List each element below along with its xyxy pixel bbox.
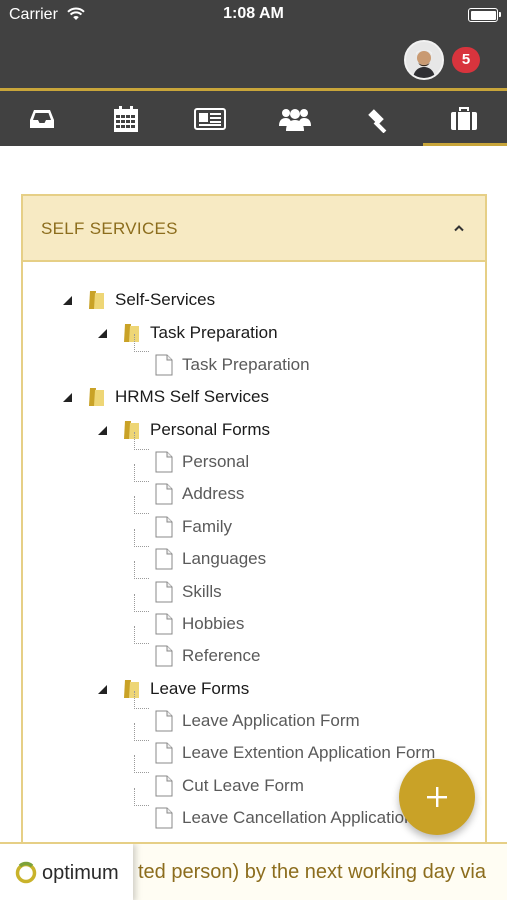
- inbox-icon: [30, 109, 54, 128]
- tree-node-label: Task Preparation: [150, 323, 278, 342]
- battery-icon: [468, 8, 501, 22]
- document-icon: [155, 354, 173, 376]
- folder-icon: [89, 291, 104, 309]
- document-icon: [155, 613, 173, 635]
- tree-connector: [134, 432, 149, 450]
- tree-connector: [134, 691, 149, 709]
- tree-connector: [134, 334, 149, 352]
- tree-node-leave-forms[interactable]: Leave Forms: [95, 675, 249, 703]
- status-time: 1:08 AM: [223, 5, 284, 22]
- document-icon: [155, 710, 173, 732]
- calendar-icon: [114, 105, 138, 132]
- tree-node-task-preparation[interactable]: Task Preparation: [95, 319, 278, 347]
- tab-calendar[interactable]: [84, 91, 168, 146]
- tree-node-label: Personal: [182, 452, 250, 471]
- tab-self-services[interactable]: [421, 91, 507, 146]
- tab-people[interactable]: [253, 91, 337, 146]
- document-icon: [155, 645, 173, 667]
- brand-logo: optimum: [0, 844, 133, 900]
- user-photo-icon: [406, 42, 442, 78]
- tab-gavel[interactable]: [337, 91, 421, 146]
- tree-connector: [134, 464, 149, 482]
- document-icon: [155, 483, 173, 505]
- panel-header[interactable]: SELF SERVICES: [23, 196, 485, 262]
- tree-leaf-leave-extention-application-form[interactable]: Leave Extention Application Form: [155, 739, 435, 767]
- main-nav: [0, 88, 507, 146]
- panel-title: SELF SERVICES: [41, 219, 178, 238]
- document-icon: [155, 451, 173, 473]
- tree-connector: [134, 594, 149, 612]
- briefcase-icon: [451, 106, 477, 130]
- tree-connector: [134, 755, 149, 773]
- tree-connector: [134, 626, 149, 644]
- tree-node-label: Personal Forms: [150, 420, 270, 439]
- status-bar: Carrier 1:08 AM: [0, 0, 507, 30]
- tree-node-self-services[interactable]: Self-Services: [60, 286, 215, 314]
- tree-leaf-personal[interactable]: Personal: [155, 448, 249, 476]
- tree-connector: [134, 788, 149, 806]
- tree-leaf-skills[interactable]: Skills: [155, 578, 222, 606]
- optimum-logo-icon: [15, 861, 37, 884]
- tree-node-label: Task Preparation: [182, 355, 310, 374]
- tree-node-label: Leave Forms: [150, 679, 250, 698]
- people-icon: [279, 108, 311, 131]
- avatar[interactable]: [404, 40, 444, 80]
- tree-node-label: Family: [182, 517, 233, 536]
- tree-node-hrms-self-services[interactable]: HRMS Self Services: [60, 383, 269, 411]
- expand-toggle-icon[interactable]: [60, 293, 74, 307]
- expand-toggle-icon[interactable]: [95, 423, 109, 437]
- tree-node-label: HRMS Self Services: [115, 387, 269, 406]
- tree-connector: [134, 496, 149, 514]
- tab-inbox[interactable]: [0, 91, 84, 146]
- logo-text: optimum: [42, 861, 119, 884]
- tree-node-label: Hobbies: [182, 614, 245, 633]
- tree-node-label: Cut Leave Form: [182, 776, 304, 795]
- news-icon: [194, 107, 226, 130]
- document-icon: [155, 581, 173, 603]
- document-icon: [155, 548, 173, 570]
- tree-node-label: Reference: [182, 646, 261, 665]
- tree-node-label: Self-Services: [115, 290, 216, 309]
- tab-news[interactable]: [168, 91, 252, 146]
- tree-node-label: Address: [182, 484, 245, 503]
- announcement-bar: ted person) by the next working day via …: [0, 842, 507, 900]
- tree-leaf-leave-application-form[interactable]: Leave Application Form: [155, 707, 360, 735]
- document-icon: [155, 775, 173, 797]
- tree-connector: [134, 723, 149, 741]
- tree-leaf-hobbies[interactable]: Hobbies: [155, 610, 244, 638]
- expand-toggle-icon[interactable]: [95, 682, 109, 696]
- tree-connector: [134, 529, 149, 547]
- tree-leaf-cut-leave-form[interactable]: Cut Leave Form: [155, 772, 304, 800]
- tree-node-personal-forms[interactable]: Personal Forms: [95, 416, 270, 444]
- document-icon: [155, 807, 173, 829]
- tree-node-label: Leave Application Form: [182, 711, 360, 730]
- tree-leaf-reference[interactable]: Reference: [155, 642, 260, 670]
- add-button[interactable]: [399, 759, 475, 835]
- tree-node-label: Leave Extention Application Form: [182, 743, 436, 762]
- tree-leaf-languages[interactable]: Languages: [155, 545, 266, 573]
- plus-icon: [427, 787, 447, 807]
- document-icon: [155, 516, 173, 538]
- tree-node-label: Languages: [182, 549, 267, 568]
- announcement-text: ted person) by the next working day via: [138, 861, 486, 883]
- tree-connector: [134, 561, 149, 579]
- app-header: 5: [0, 30, 507, 88]
- notification-badge[interactable]: 5: [452, 47, 480, 73]
- tree-leaf-address[interactable]: Address: [155, 480, 244, 508]
- tree-leaf-family[interactable]: Family: [155, 513, 232, 541]
- expand-toggle-icon[interactable]: [60, 390, 74, 404]
- document-icon: [155, 742, 173, 764]
- gavel-icon: [368, 108, 387, 133]
- folder-icon: [89, 388, 104, 406]
- tree-leaf-task-preparation[interactable]: Task Preparation: [155, 351, 310, 379]
- expand-toggle-icon[interactable]: [95, 326, 109, 340]
- tree-node-label: Skills: [182, 582, 222, 601]
- chevron-up-icon[interactable]: [453, 224, 465, 232]
